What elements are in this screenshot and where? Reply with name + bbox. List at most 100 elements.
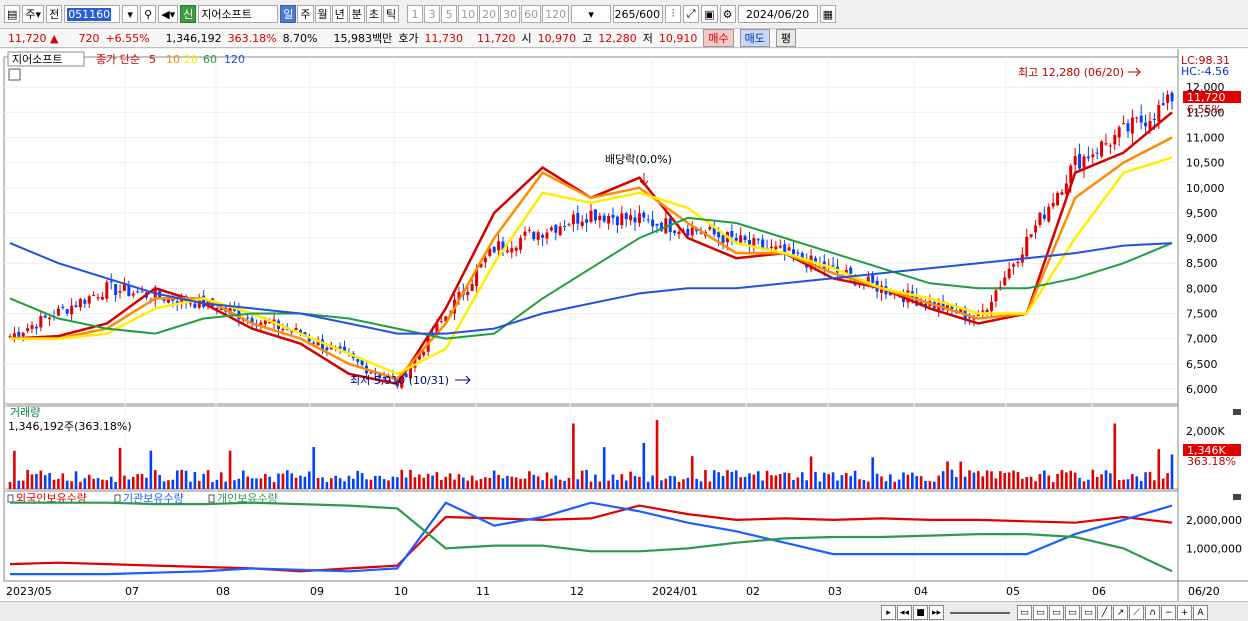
price-tick-label: 7,000 — [1186, 333, 1218, 346]
layout-icon-5[interactable]: ▭ — [1081, 605, 1096, 620]
candle-body — [263, 320, 267, 325]
interval-button-10[interactable]: 10 — [458, 5, 479, 23]
chart-svg: 6,000 6,500 7,000 7,500 8,000 8,500 9,000 9,500… — [3, 49, 1248, 601]
font-size-icon[interactable]: A — [1193, 605, 1208, 620]
volume-bar — [554, 475, 558, 489]
time-tick-label: 07 — [125, 585, 139, 598]
volume-bar — [1056, 473, 1059, 489]
interval-button-30[interactable]: 30 — [500, 5, 521, 23]
save-icon[interactable]: ▣ — [701, 5, 718, 23]
price-panel-frame — [3, 56, 1179, 405]
price-tick-label: 10,000 — [1186, 182, 1225, 195]
volume-bar — [61, 473, 65, 489]
volume-bar — [294, 477, 298, 489]
volume-bar — [638, 476, 641, 489]
volume-bar — [206, 470, 210, 489]
candle-body — [1091, 154, 1095, 158]
trade-amount: 15,983백만 — [333, 32, 393, 45]
count-input[interactable]: 265/600 — [613, 5, 664, 23]
volume-bar — [1135, 476, 1139, 489]
speaker-icon[interactable]: ◀▾ — [158, 5, 179, 23]
volume-bar — [21, 480, 25, 489]
ruler-icon[interactable]: ⟋ — [1129, 605, 1144, 620]
volume-bar — [946, 461, 949, 489]
period-tab-2[interactable]: 월 — [314, 5, 331, 23]
period-tab-5[interactable]: 초 — [365, 5, 383, 23]
candle-body — [83, 299, 87, 304]
candle-body — [1073, 156, 1077, 165]
fast-forward-icon[interactable]: ▸▸ — [929, 605, 944, 620]
search-icon[interactable]: ⚲ — [140, 5, 157, 23]
layout-icon-1[interactable]: ▭ — [1017, 605, 1032, 620]
interval-button-60[interactable]: 60 — [521, 5, 542, 23]
zoom-out-icon[interactable]: − — [1161, 605, 1176, 620]
interval-button-120[interactable]: 120 — [542, 5, 570, 23]
period-tab-4[interactable]: 분 — [348, 5, 365, 23]
volume-bar — [994, 478, 998, 489]
date-input[interactable]: 2024/06/20 — [737, 5, 818, 23]
calendar-icon[interactable]: ▦ — [819, 5, 836, 23]
layout-icon-3[interactable]: ▭ — [1049, 605, 1064, 620]
volume-bar — [409, 469, 412, 489]
candle-body — [1078, 154, 1082, 169]
period-tab-6[interactable]: 틱 — [383, 5, 400, 23]
volume-value-label: 1,346,192주(363.18%) — [8, 420, 132, 433]
volume-bar — [1157, 449, 1161, 489]
volume-bar — [1153, 480, 1156, 489]
stock-code-input[interactable]: 051160 — [64, 5, 121, 23]
window-menu-icon[interactable]: ▤ — [4, 5, 21, 23]
draw-tool-icon[interactable]: ⤢ — [683, 5, 700, 23]
candle-body — [791, 249, 795, 255]
candle-body — [519, 237, 523, 250]
volume-bar — [695, 478, 698, 489]
stop-icon[interactable]: ■ — [913, 605, 928, 620]
candle-body — [8, 336, 12, 338]
holding-legend-box — [7, 494, 14, 503]
market-type-select[interactable]: 주 ▾ — [22, 5, 45, 23]
volume-bar — [127, 479, 131, 489]
volume-bar — [426, 473, 430, 489]
trend-tool-icon[interactable]: ↗ — [1113, 605, 1128, 620]
interval-select[interactable]: ▾ — [571, 5, 612, 23]
zoom-slider[interactable] — [950, 611, 1010, 614]
rewind-icon[interactable]: ◂◂ — [897, 605, 912, 620]
scope-select[interactable]: 전 — [46, 5, 63, 23]
interval-button-1[interactable]: 1 — [407, 5, 424, 23]
candle-body — [246, 317, 250, 319]
candle-body — [633, 217, 637, 223]
candle-body — [100, 296, 104, 300]
volume-bar — [39, 470, 43, 489]
sell-button[interactable]: 매도 — [739, 29, 770, 47]
stock-chart[interactable]: 6,000 6,500 7,000 7,500 8,000 8,500 9,000 9,500… — [0, 49, 1248, 601]
interval-button-20[interactable]: 20 — [479, 5, 500, 23]
volume-bar — [893, 481, 897, 489]
settings-gear-icon[interactable]: ⚙ — [719, 5, 736, 23]
volume-bar — [228, 450, 232, 489]
volume-panel-close-icon — [1233, 409, 1241, 415]
period-tab-1[interactable]: 주 — [297, 5, 314, 23]
candle-body — [990, 301, 994, 312]
time-tick-label: 10 — [394, 585, 408, 598]
volume-bar — [523, 478, 527, 489]
period-tab-0[interactable]: 일 — [280, 5, 297, 23]
volume-bar — [717, 472, 720, 489]
layout-icon-4[interactable]: ▭ — [1065, 605, 1080, 620]
volume-bar — [1148, 471, 1152, 489]
volume-bar — [246, 476, 249, 489]
volume-bar — [805, 480, 808, 489]
volume-bar — [290, 473, 293, 489]
scroll-right-icon[interactable]: ▸ — [881, 605, 896, 620]
candle-body — [774, 246, 778, 250]
interval-button-5[interactable]: 5 — [441, 5, 458, 23]
layout-icon-2[interactable]: ▭ — [1033, 605, 1048, 620]
code-dropdown-icon[interactable]: ▾ — [122, 5, 139, 23]
magnet-icon[interactable]: ∩ — [1145, 605, 1160, 620]
candle-type-icon[interactable]: ⫶ — [665, 5, 682, 23]
line-tool-icon[interactable]: ╱ — [1097, 605, 1112, 620]
volume-bar — [1051, 482, 1055, 489]
zoom-in-icon[interactable]: + — [1177, 605, 1192, 620]
interval-button-3[interactable]: 3 — [424, 5, 441, 23]
average-button[interactable]: 평 — [775, 29, 796, 47]
period-tab-3[interactable]: 년 — [331, 5, 348, 23]
buy-button[interactable]: 매수 — [703, 29, 734, 47]
